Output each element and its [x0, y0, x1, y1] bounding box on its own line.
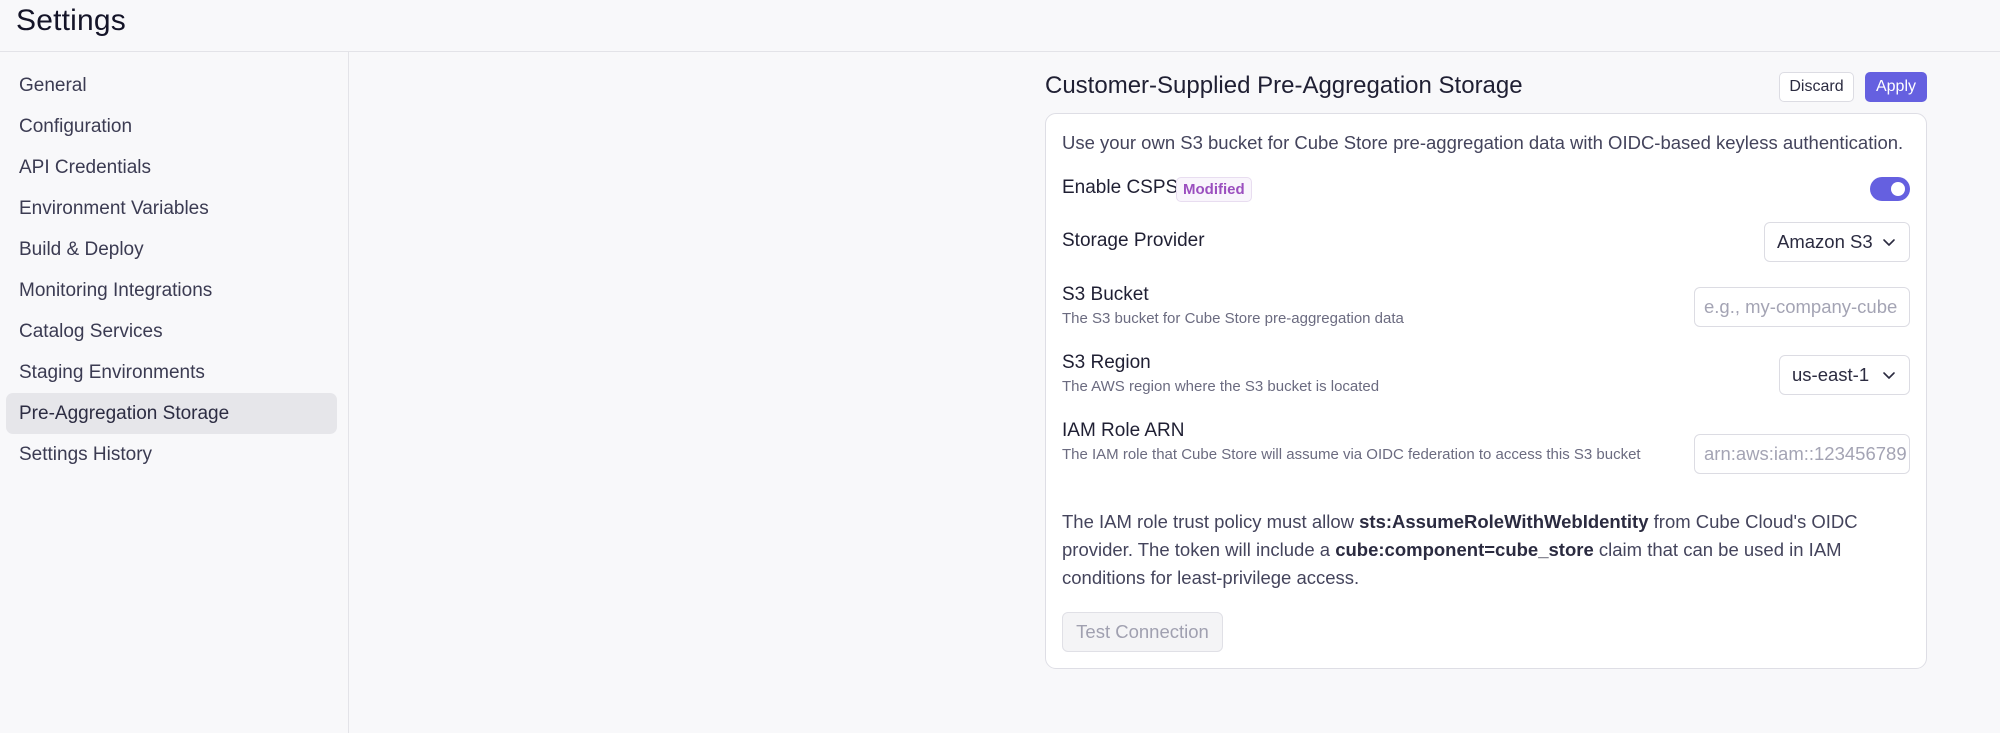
note-claim: cube:component=cube_store: [1335, 539, 1594, 560]
sidebar-item-build-deploy[interactable]: Build & Deploy: [6, 229, 337, 270]
section-title: Customer-Supplied Pre-Aggregation Storag…: [1045, 72, 1523, 99]
storage-provider-label: Storage Provider: [1062, 230, 1205, 251]
chevron-down-icon: [1883, 239, 1895, 246]
sidebar-item-monitoring-integrations[interactable]: Monitoring Integrations: [6, 270, 337, 311]
s3-region-label: S3 Region: [1062, 352, 1151, 373]
trust-policy-note: The IAM role trust policy must allow sts…: [1062, 508, 1882, 592]
sidebar-item-general[interactable]: General: [6, 65, 337, 106]
modified-badge: Modified: [1176, 177, 1252, 202]
sidebar-item-catalog-services[interactable]: Catalog Services: [6, 311, 337, 352]
top-bar: Settings: [0, 0, 2000, 52]
note-action: sts:AssumeRoleWithWebIdentity: [1359, 511, 1649, 532]
iam-role-label: IAM Role ARN: [1062, 420, 1185, 441]
chevron-down-icon: [1883, 372, 1895, 379]
iam-role-input[interactable]: [1694, 434, 1910, 474]
section-description: Use your own S3 bucket for Cube Store pr…: [1062, 132, 1904, 153]
enable-csps-toggle[interactable]: [1870, 177, 1910, 201]
sidebar-item-settings-history[interactable]: Settings History: [6, 434, 337, 475]
s3-region-value: us-east-1: [1792, 364, 1870, 385]
storage-provider-select[interactable]: Amazon S3: [1764, 222, 1910, 262]
sidebar-item-environment-variables[interactable]: Environment Variables: [6, 188, 337, 229]
sidebar-item-staging-environments[interactable]: Staging Environments: [6, 352, 337, 393]
iam-role-help: The IAM role that Cube Store will assume…: [1062, 446, 1641, 463]
sidebar-item-api-credentials[interactable]: API Credentials: [6, 147, 337, 188]
sidebar-item-configuration[interactable]: Configuration: [6, 106, 337, 147]
s3-bucket-label: S3 Bucket: [1062, 284, 1149, 305]
toggle-knob: [1891, 182, 1905, 196]
discard-button[interactable]: Discard: [1779, 72, 1854, 102]
enable-csps-label: Enable CSPS: [1062, 177, 1179, 198]
apply-button[interactable]: Apply: [1865, 72, 1927, 102]
s3-bucket-input[interactable]: [1694, 287, 1910, 327]
storage-provider-value: Amazon S3: [1777, 231, 1873, 252]
settings-card: Use your own S3 bucket for Cube Store pr…: [1045, 113, 1927, 669]
s3-region-help: The AWS region where the S3 bucket is lo…: [1062, 378, 1380, 395]
sidebar-item-pre-aggregation-storage[interactable]: Pre-Aggregation Storage: [6, 393, 337, 434]
s3-region-select[interactable]: us-east-1: [1779, 355, 1910, 395]
test-connection-button[interactable]: Test Connection: [1062, 612, 1223, 652]
s3-bucket-help: The S3 bucket for Cube Store pre-aggrega…: [1062, 310, 1404, 327]
note-text: The IAM role trust policy must allow: [1062, 511, 1360, 532]
page-title: Settings: [16, 4, 126, 37]
sidebar: General Configuration API Credentials En…: [0, 52, 349, 733]
